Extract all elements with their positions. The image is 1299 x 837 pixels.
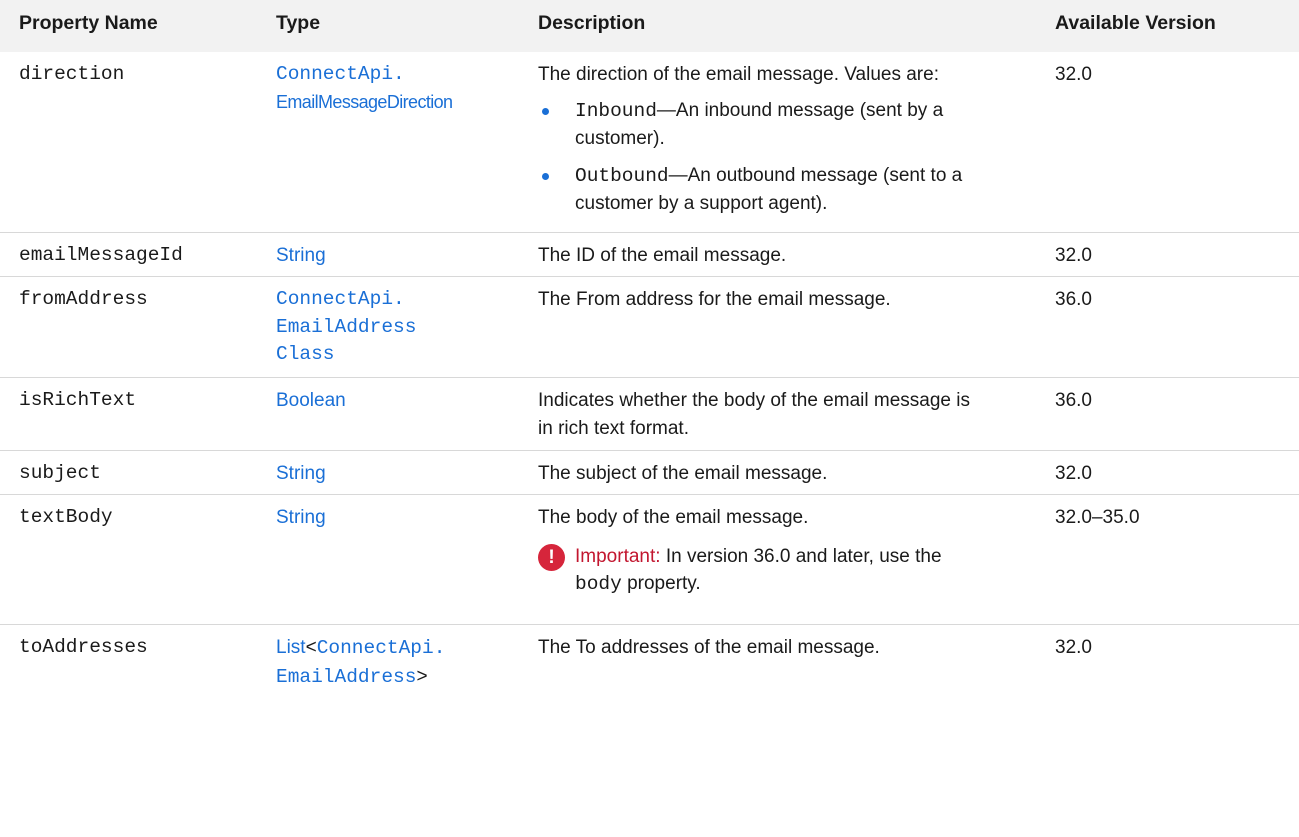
value-text: customer). [575, 128, 665, 149]
list-item: Inbound—An inbound message (sent by a cu… [538, 97, 1038, 153]
list-item: Outbound—An outbound message (sent to a … [538, 162, 1038, 218]
table-row: emailMessageId String The ID of the emai… [0, 233, 1299, 277]
description-text: The From address for the email message. [538, 289, 891, 310]
type-link[interactable]: ConnectApi. [276, 61, 526, 89]
header-available-version: Available Version [1055, 12, 1216, 34]
value-code: Outbound [575, 164, 669, 187]
property-name: fromAddress [19, 288, 148, 310]
header-description: Description [538, 12, 646, 34]
type-link[interactable]: EmailMessageDirection [276, 89, 526, 117]
type-link[interactable]: EmailAddress [276, 314, 526, 342]
header-type: Type [276, 12, 321, 34]
type-cell: List<ConnectApi. EmailAddress> [276, 634, 526, 691]
version: 36.0 [1055, 289, 1092, 310]
value-text: —An inbound message (sent by a [656, 99, 944, 121]
property-name: textBody [19, 506, 113, 528]
version: 32.0 [1055, 64, 1092, 85]
type-cell: ConnectApi. EmailMessageDirection [276, 61, 526, 116]
version: 32.0 [1055, 463, 1092, 484]
description-text: The body of the email message. [538, 507, 809, 528]
table-header: Property Name Type Description Available… [0, 0, 1299, 52]
type-link[interactable]: Boolean [276, 387, 526, 415]
important-text: In version 36.0 and later, use the [665, 545, 942, 567]
table-row: textBody String The body of the email me… [0, 495, 1299, 625]
table-row: subject String The subject of the email … [0, 451, 1299, 495]
description-text: The ID of the email message. [538, 245, 787, 266]
description-cell: The body of the email message. ! Importa… [538, 504, 1038, 599]
property-name: direction [19, 63, 125, 85]
description-text: The subject of the email message. [538, 463, 828, 484]
description-cell: The direction of the email message. Valu… [538, 61, 1038, 227]
type-link[interactable]: String [276, 242, 526, 270]
type-cell: ConnectApi. EmailAddress Class [276, 286, 526, 369]
property-name: emailMessageId [19, 244, 183, 266]
table-row: toAddresses List<ConnectApi. EmailAddres… [0, 625, 1299, 715]
bullet-icon [542, 172, 549, 180]
important-code: body [575, 573, 622, 595]
value-text: —An outbound message (sent to a [668, 164, 963, 186]
important-label: Important: [575, 545, 661, 567]
table-row: isRichText Boolean Indicates whether the… [0, 378, 1299, 451]
type-link[interactable]: Class [276, 341, 526, 369]
type-link[interactable]: List [276, 637, 306, 658]
property-name: subject [19, 462, 101, 484]
description-text: The To addresses of the email message. [538, 637, 880, 658]
type-link[interactable]: String [276, 504, 526, 532]
description-text: The direction of the email message. Valu… [538, 64, 939, 85]
description-text: in rich text format. [538, 417, 689, 439]
property-table: Property Name Type Description Available… [0, 0, 1299, 715]
important-text: property. [627, 573, 701, 594]
type-link[interactable]: String [276, 460, 526, 488]
type-link[interactable]: EmailAddress [276, 666, 416, 688]
version: 32.0–35.0 [1055, 507, 1140, 528]
property-name: isRichText [19, 389, 137, 411]
table-row: direction ConnectApi. EmailMessageDirect… [0, 52, 1299, 233]
type-link[interactable]: ConnectApi. [276, 286, 526, 314]
type-bracket: > [416, 665, 428, 687]
version: 36.0 [1055, 390, 1092, 411]
type-link[interactable]: ConnectApi. [317, 637, 446, 659]
description-text: Indicates whether the body of the email … [538, 390, 970, 411]
value-code: Inbound [575, 99, 657, 122]
value-text: customer by a support agent). [575, 193, 828, 214]
description-cell: Indicates whether the body of the email … [538, 387, 1038, 442]
important-note: ! Important: In version 36.0 and later, … [538, 543, 1038, 599]
table-row: fromAddress ConnectApi. EmailAddress Cla… [0, 277, 1299, 378]
version: 32.0 [1055, 637, 1092, 658]
bullet-icon [542, 107, 549, 115]
property-name: toAddresses [19, 636, 148, 658]
exclamation-circle-icon: ! [538, 543, 565, 571]
version: 32.0 [1055, 245, 1092, 266]
type-bracket: < [305, 637, 317, 658]
header-property-name: Property Name [19, 12, 158, 34]
values-list: Inbound—An inbound message (sent by a cu… [538, 97, 1038, 218]
